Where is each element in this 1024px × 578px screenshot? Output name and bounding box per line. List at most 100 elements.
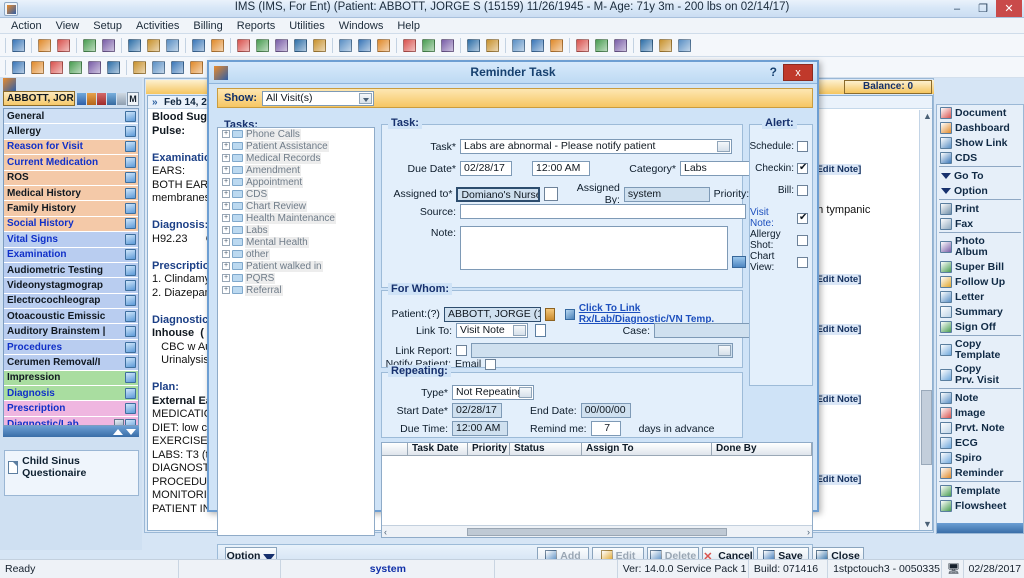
exit-icon[interactable] — [676, 37, 693, 54]
chart-tab-electrocochleograp[interactable]: Electrocochleograp — [4, 293, 138, 310]
chevron-down-icon[interactable] — [717, 141, 730, 152]
menu-item-reports[interactable]: Reports — [230, 18, 283, 34]
calendar-icon[interactable] — [337, 37, 354, 54]
delete-icon[interactable] — [67, 59, 84, 76]
due-time-input[interactable]: 12:00 AM — [532, 161, 590, 176]
document-icon[interactable] — [535, 324, 546, 337]
sidebar-item-spiro[interactable]: Spiro — [937, 450, 1023, 465]
help-button[interactable]: ? — [770, 65, 777, 79]
expand-plus-icon[interactable]: + — [222, 286, 230, 294]
sidebar-item-flowsheet[interactable]: Flowsheet — [937, 498, 1023, 513]
chart-tab-family-history[interactable]: Family History — [4, 201, 138, 217]
note-icon[interactable] — [125, 218, 136, 230]
link-to-select[interactable]: Visit Note — [456, 323, 528, 338]
copy-icon[interactable] — [209, 37, 226, 54]
scroll-up-icon[interactable]: ▲ — [923, 111, 932, 121]
scroll-up-icon[interactable] — [113, 428, 123, 435]
menu-item-utilities[interactable]: Utilities — [282, 18, 331, 34]
fax-icon[interactable] — [574, 37, 591, 54]
sidebar-item-letter[interactable]: Letter — [937, 289, 1023, 304]
grid-column-header[interactable]: Task Date — [408, 443, 468, 455]
patient-photo-icon[interactable] — [77, 92, 86, 105]
pick-user-icon[interactable] — [544, 187, 558, 201]
note-icon[interactable] — [125, 356, 136, 368]
expand-plus-icon[interactable]: + — [222, 142, 230, 150]
expand-plus-icon[interactable]: + — [222, 238, 230, 246]
note-icon[interactable] — [125, 341, 136, 353]
note-icon[interactable] — [125, 233, 136, 245]
last-icon[interactable] — [188, 59, 205, 76]
expand-plus-icon[interactable]: + — [222, 190, 230, 198]
alert-checkbox[interactable] — [797, 185, 808, 196]
sidebar-item-note[interactable]: Note — [937, 390, 1023, 405]
note-vertical-scrollbar[interactable]: ▲ ▼ — [919, 110, 932, 530]
prev-icon[interactable] — [150, 59, 167, 76]
chart-tab-scroll[interactable] — [3, 426, 139, 437]
sidebar-item-prvt-note[interactable]: Prvt. Note — [937, 420, 1023, 435]
chart-open-icon[interactable] — [81, 37, 98, 54]
open-folder-icon[interactable] — [10, 59, 27, 76]
grid-column-header[interactable]: Status — [510, 443, 582, 455]
note-icon[interactable] — [125, 372, 136, 384]
sidebar-item-option[interactable]: Option — [937, 183, 1023, 198]
sidebar-item-show-link[interactable]: Show Link — [937, 135, 1023, 150]
chart-tab-examination[interactable]: Examination — [4, 247, 138, 263]
note-icon[interactable] — [125, 326, 136, 338]
expand-plus-icon[interactable]: + — [222, 274, 230, 282]
grid-column-header[interactable]: Done By — [712, 443, 812, 455]
link-report-checkbox[interactable] — [456, 345, 467, 356]
note-icon[interactable] — [125, 203, 136, 215]
appointment-icon[interactable] — [375, 37, 392, 54]
chart-tab-allergy[interactable]: Allergy — [4, 124, 138, 140]
document-icon[interactable] — [190, 37, 207, 54]
show-select[interactable]: All Visit(s) — [262, 90, 374, 106]
note-icon[interactable] — [125, 264, 136, 276]
dialog-close-button[interactable]: x — [783, 64, 813, 81]
claim-search-icon[interactable] — [311, 37, 328, 54]
menu-item-action[interactable]: Action — [4, 18, 49, 34]
chart-tab-cerumen-removal-i[interactable]: Cerumen Removal/I — [4, 355, 138, 371]
alert-checkbox[interactable] — [797, 141, 808, 152]
menu-item-setup[interactable]: Setup — [86, 18, 129, 34]
alert-checkbox[interactable] — [797, 234, 808, 246]
scroll-thumb[interactable] — [921, 390, 932, 465]
close-window-button[interactable]: ✕ — [996, 0, 1022, 17]
patient-field[interactable]: ABBOTT, JORGE (15159) — [443, 306, 542, 322]
chart-tab-otoacoustic-emissic[interactable]: Otoacoustic Emissic — [4, 309, 138, 325]
sidebar-item-dashboard[interactable]: Dashboard — [937, 120, 1023, 135]
note-icon[interactable] — [125, 126, 136, 138]
ledger-icon[interactable] — [273, 37, 290, 54]
task-tree-node[interactable]: + Referral — [218, 284, 374, 296]
chart-tab-diagnostic-lab[interactable]: Diagnostic/Lab — [4, 416, 138, 425]
sidebar-item-cds[interactable]: CDS — [937, 150, 1023, 165]
task-tree-node[interactable]: + Patient Assistance — [218, 140, 374, 152]
expand-plus-icon[interactable]: + — [222, 226, 230, 234]
expand-plus-icon[interactable]: + — [222, 166, 230, 174]
task-tree-node[interactable]: + PQRS — [218, 272, 374, 284]
link-rx-lab-link[interactable]: Click To Link Rx/Lab/Diagnostic/VN Temp. — [579, 303, 742, 325]
task-tree-node[interactable]: + Mental Health — [218, 236, 374, 248]
restore-button[interactable]: ❐ — [970, 0, 996, 17]
scroll-right-icon[interactable]: › — [807, 527, 810, 537]
scroll-left-icon[interactable]: ‹ — [384, 527, 387, 537]
expand-plus-icon[interactable]: + — [222, 202, 230, 210]
notify-email-checkbox[interactable] — [485, 358, 497, 370]
note-icon[interactable] — [125, 403, 136, 415]
task-tree-node[interactable]: + Medical Records — [218, 152, 374, 164]
task-tree-node[interactable]: + Amendment — [218, 164, 374, 176]
task-history-grid[interactable]: Task Date Priority Status Assign To Done By … — [381, 442, 813, 538]
sidebar-item-template[interactable]: Template — [937, 483, 1023, 498]
menu-item-activities[interactable]: Activities — [129, 18, 186, 34]
patient-select-icon[interactable] — [545, 307, 556, 321]
excel-icon[interactable] — [612, 37, 629, 54]
chart-tab-audiometric-testing[interactable]: Audiometric Testing — [4, 262, 138, 279]
globe-icon[interactable] — [420, 37, 437, 54]
repeat-type-select[interactable]: Not Repeating — [452, 385, 534, 400]
assigned-to-input[interactable]: Domiano's Nurse — [456, 186, 541, 202]
note-icon[interactable] — [125, 172, 136, 184]
help-icon[interactable] — [638, 37, 655, 54]
link-icon[interactable] — [86, 59, 103, 76]
scroll-thumb[interactable] — [467, 527, 727, 536]
expand-plus-icon[interactable]: + — [222, 214, 230, 222]
chart-tab-videonystagmograp[interactable]: Videonystagmograp — [4, 278, 138, 294]
